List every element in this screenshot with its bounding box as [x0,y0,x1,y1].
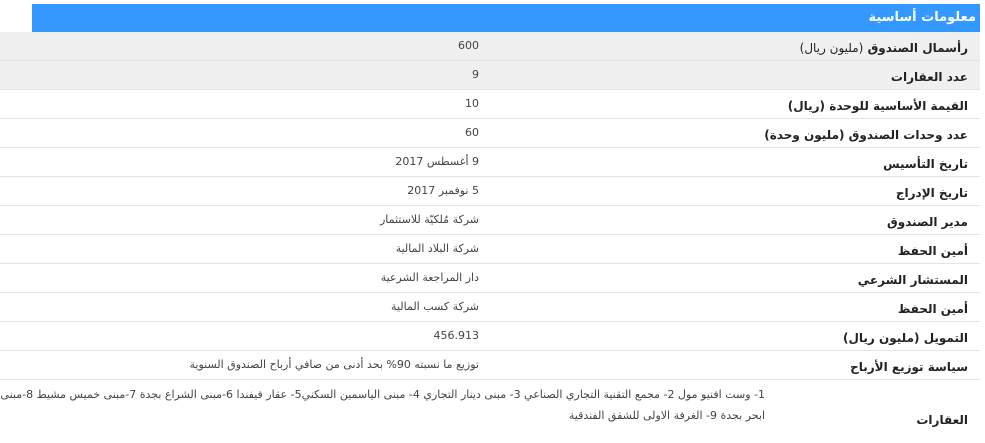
row-label: مدير الصندوق [887,215,968,229]
row-value: شركة البلاد المالية [395,241,479,255]
row-establishment-date: تاريخ التأسيس 9 أغسطس 2017 [0,148,980,177]
row-label: التمويل (مليون ريال) [843,331,968,345]
row-label: أمين الحفظ [897,244,968,258]
info-table: رأسمال الصندوق (مليون ريال) 600 عدد العق… [0,32,980,443]
row-value: 9 [472,67,479,81]
row-custodian-2: أمين الحفظ شركة كسب المالية [0,293,980,322]
row-value: توزيع ما نسبته 90% بحد أدنى من صافي أربا… [189,357,479,371]
row-value: 10 [465,96,479,110]
row-value: 600 [458,38,479,52]
row-sharia-advisor: المستشار الشرعي دار المراجعة الشرعية [0,264,980,293]
row-value: 60 [465,125,479,139]
row-value: 5 نوفمبر 2017 [407,183,479,197]
section-title: معلومات أساسية [868,10,976,25]
row-value: دار المراجعة الشرعية [380,270,479,284]
row-label: عدد وحدات الصندوق (مليون وحدة) [764,128,968,142]
row-properties: العقارات 1- وست افنيو مول 2- مجمع التقني… [0,380,980,443]
row-label: تاريخ التأسيس [883,157,968,171]
row-label: أمين الحفظ [897,302,968,316]
row-unit-base-value: القيمة الأساسية للوحدة (ريال) 10 [0,90,980,119]
row-fund-capital: رأسمال الصندوق (مليون ريال) 600 [0,32,980,61]
row-value: شركة كسب المالية [391,299,479,313]
row-value: 1- وست افنيو مول 2- مجمع التقنية التجاري… [0,388,765,422]
row-value: شركة مُلكيّة للاستثمار [379,212,479,226]
section-header: معلومات أساسية [32,4,980,32]
row-financing: التمويل (مليون ريال) 456.913 [0,322,980,351]
row-listing-date: تاريخ الإدراج 5 نوفمبر 2017 [0,177,980,206]
row-value: 9 أغسطس 2017 [395,154,479,168]
row-fund-manager: مدير الصندوق شركة مُلكيّة للاستثمار [0,206,980,235]
row-label: القيمة الأساسية للوحدة (ريال) [787,99,968,113]
row-property-count: عدد العقارات 9 [0,61,980,90]
basic-info-page: معلومات أساسية رأسمال الصندوق (مليون ريا… [0,0,985,443]
row-value: 456.913 [433,328,480,342]
row-unit-count: عدد وحدات الصندوق (مليون وحدة) 60 [0,119,980,148]
row-label: المستشار الشرعي [857,273,968,287]
row-label: عدد العقارات [890,70,968,84]
row-label: رأسمال الصندوق (مليون ريال) [799,41,968,55]
row-custodian: أمين الحفظ شركة البلاد المالية [0,235,980,264]
row-dividend-policy: سياسة توزيع الأرباح توزيع ما نسبته 90% ب… [0,351,980,380]
row-label: تاريخ الإدراج [895,186,968,200]
row-label: العقارات [916,412,968,427]
row-label: سياسة توزيع الأرباح [850,360,968,374]
